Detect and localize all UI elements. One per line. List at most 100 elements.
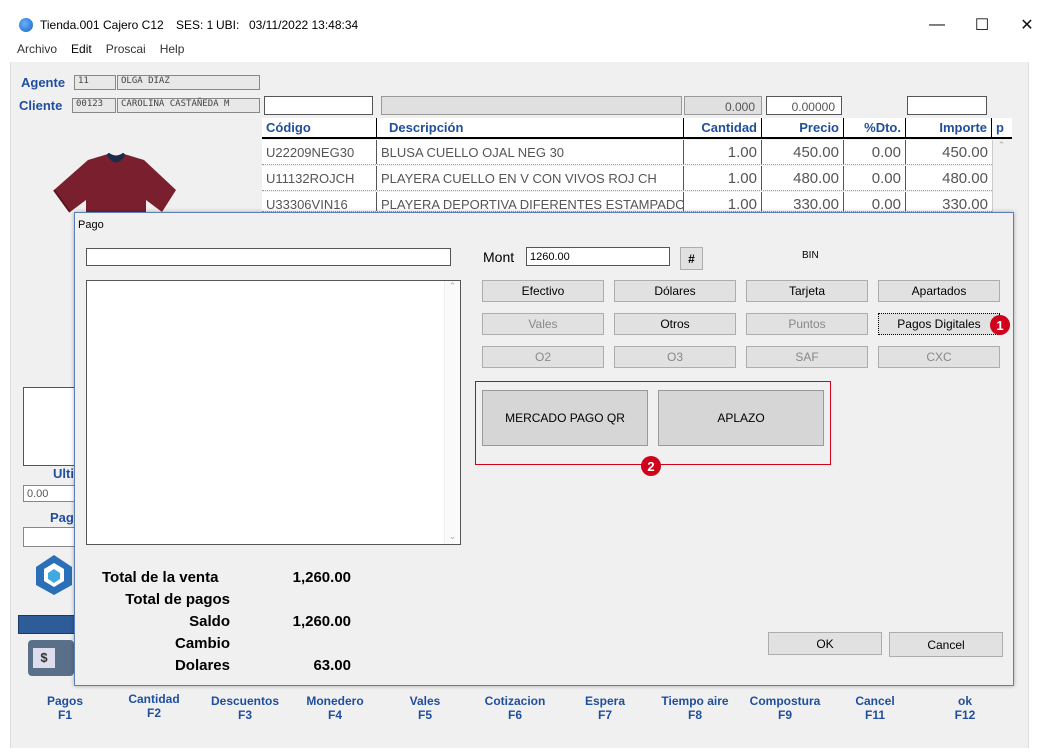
maximize-button[interactable]: ☐ [960, 10, 1004, 40]
cell-qty: 1.00 [684, 140, 762, 164]
window-title-store: Tienda.001 [40, 18, 100, 32]
col-p[interactable]: p [992, 118, 1012, 137]
fkey-vales[interactable]: Vales F5 [380, 694, 470, 722]
fkey-label: Compostura [749, 694, 821, 708]
aplazo-button[interactable]: APLAZO [658, 390, 824, 446]
saldo-value: 1,260.00 [292, 613, 351, 630]
payment-reference-input[interactable] [86, 248, 451, 266]
fkey-tiempo-aire[interactable]: Tiempo aire F8 [650, 694, 740, 722]
app-icon [19, 18, 33, 32]
payments-scrollbar[interactable]: ⌃ ⌄ [444, 281, 460, 544]
fkey-descuentos[interactable]: Descuentos F3 [200, 694, 290, 722]
ok-button[interactable]: OK [768, 632, 882, 655]
payment-dialog: Pago ⌃ ⌄ Total de la venta 1,260.00 Tota… [74, 212, 1014, 686]
efectivo-button[interactable]: Efectivo [482, 280, 604, 302]
pag-label: Pag [50, 510, 74, 525]
cell-importe: 330.00 [942, 196, 988, 212]
menu-edit[interactable]: Edit [71, 42, 92, 56]
fkey-label: Cotizacion [484, 694, 546, 708]
fkey-label: Monedero [306, 694, 364, 708]
annotation-badge-1: 1 [990, 315, 1010, 335]
hash-button[interactable]: # [680, 247, 703, 270]
cell-importe: 450.00 [942, 143, 988, 161]
fkey-label: Cantidad [128, 692, 180, 706]
cancel-button[interactable]: Cancel [889, 632, 1003, 657]
cell-code: U33306VIN16 [262, 192, 377, 211]
table-row[interactable]: U33306VIN16 PLAYERA DEPORTIVA DIFERENTES… [262, 192, 992, 212]
fkey-pagos[interactable]: Pagos F1 [20, 694, 110, 722]
grid-scrollbar[interactable]: ⌃ [992, 140, 1010, 212]
agent-code-field[interactable]: 11 [74, 75, 116, 90]
scan-input[interactable] [264, 96, 373, 115]
cell-importe: 480.00 [942, 169, 988, 187]
close-button[interactable]: ✕ [1005, 10, 1049, 40]
status-bar-blue [18, 615, 75, 634]
fkey-key: F3 [237, 708, 252, 722]
vales-button[interactable]: Vales [482, 313, 604, 335]
fkey-label: Vales [409, 694, 441, 708]
extra-field[interactable] [907, 96, 987, 115]
grid-header: Código Descripción Cantidad Precio %Dto.… [262, 118, 1012, 139]
agent-label: Agente [21, 75, 66, 90]
bin-label: BIN [802, 250, 819, 261]
fkey-key: F4 [327, 708, 342, 722]
col-precio[interactable]: Precio [762, 118, 844, 137]
fkey-label: Cancel [855, 694, 895, 708]
cell-desc: PLAYERA CUELLO EN V CON VIVOS ROJ CH [377, 166, 684, 190]
menu-help[interactable]: Help [160, 42, 185, 56]
pag-field[interactable] [23, 527, 75, 547]
payments-list[interactable]: ⌃ ⌄ [86, 280, 461, 545]
table-row[interactable]: U22209NEG30 BLUSA CUELLO OJAL NEG 30 1.0… [262, 140, 992, 165]
info-box [23, 387, 75, 466]
fkey-monedero[interactable]: Monedero F4 [290, 694, 380, 722]
col-codigo[interactable]: Código [262, 118, 377, 137]
fkey-cancel[interactable]: Cancel F11 [830, 694, 920, 722]
total-pagos-label: Total de pagos [125, 591, 230, 608]
saldo-label: Saldo [189, 613, 230, 630]
menu-archivo[interactable]: Archivo [17, 42, 57, 56]
cell-desc: PLAYERA DEPORTIVA DIFERENTES ESTAMPADOS … [377, 192, 684, 211]
menu-proscai[interactable]: Proscai [106, 42, 146, 56]
fkey-key: F11 [864, 708, 885, 722]
col-cantidad[interactable]: Cantidad [684, 118, 762, 137]
o2-button[interactable]: O2 [482, 346, 604, 368]
ulti-label: Ulti [53, 466, 74, 481]
col-importe[interactable]: Importe [906, 118, 992, 137]
cxc-button[interactable]: CXC [878, 346, 1000, 368]
table-row[interactable]: U11132ROJCH PLAYERA CUELLO EN V CON VIVO… [262, 166, 992, 191]
o3-button[interactable]: O3 [614, 346, 736, 368]
dolares-button[interactable]: Dólares [614, 280, 736, 302]
fkey-key: F7 [597, 708, 612, 722]
fkey-label: Pagos [46, 694, 83, 708]
mercado-pago-qr-button[interactable]: MERCADO PAGO QR [482, 390, 648, 446]
pagos-digitales-button[interactable]: Pagos Digitales [878, 313, 1000, 335]
cell-qty: 1.00 [684, 192, 762, 211]
title-bar: Tienda.001 Cajero C12 SES: 1 UBI: 03/11/… [0, 0, 1059, 40]
dolares-label: Dolares [174, 657, 230, 674]
fkey-cotizacion[interactable]: Cotizacion F6 [470, 694, 560, 722]
price-field[interactable]: 0.00000 [766, 96, 842, 115]
fkey-espera[interactable]: Espera F7 [560, 694, 650, 722]
col-dto[interactable]: %Dto. [844, 118, 906, 137]
cell-price: 480.00 [762, 166, 844, 190]
agent-name-field[interactable]: OLGA DIAZ [117, 75, 260, 90]
ulti-value: 0.00 [23, 485, 75, 502]
total-venta-label: Total de la venta [102, 569, 219, 586]
annotation-badge-2: 2 [641, 456, 661, 476]
fkey-compostura[interactable]: Compostura F9 [740, 694, 830, 722]
fkey-ok[interactable]: ok F12 [920, 694, 1010, 722]
otros-button[interactable]: Otros [614, 313, 736, 335]
amount-input[interactable]: 1260.00 [526, 247, 670, 266]
window-title-cashier: Cajero C12 [103, 18, 164, 32]
saf-button[interactable]: SAF [746, 346, 868, 368]
apartados-button[interactable]: Apartados [878, 280, 1000, 302]
client-code-field[interactable]: 00123 [72, 98, 116, 113]
client-name-field[interactable]: CAROLINA CASTAÑEDA M [117, 98, 260, 113]
tarjeta-button[interactable]: Tarjeta [746, 280, 868, 302]
puntos-button[interactable]: Puntos [746, 313, 868, 335]
minimize-button[interactable]: — [915, 10, 959, 40]
col-descripcion[interactable]: Descripción [377, 118, 684, 137]
fkey-cantidad[interactable]: Cantidad F2 [109, 692, 199, 720]
company-logo-icon [36, 555, 72, 595]
fkey-key: F8 [687, 708, 702, 722]
